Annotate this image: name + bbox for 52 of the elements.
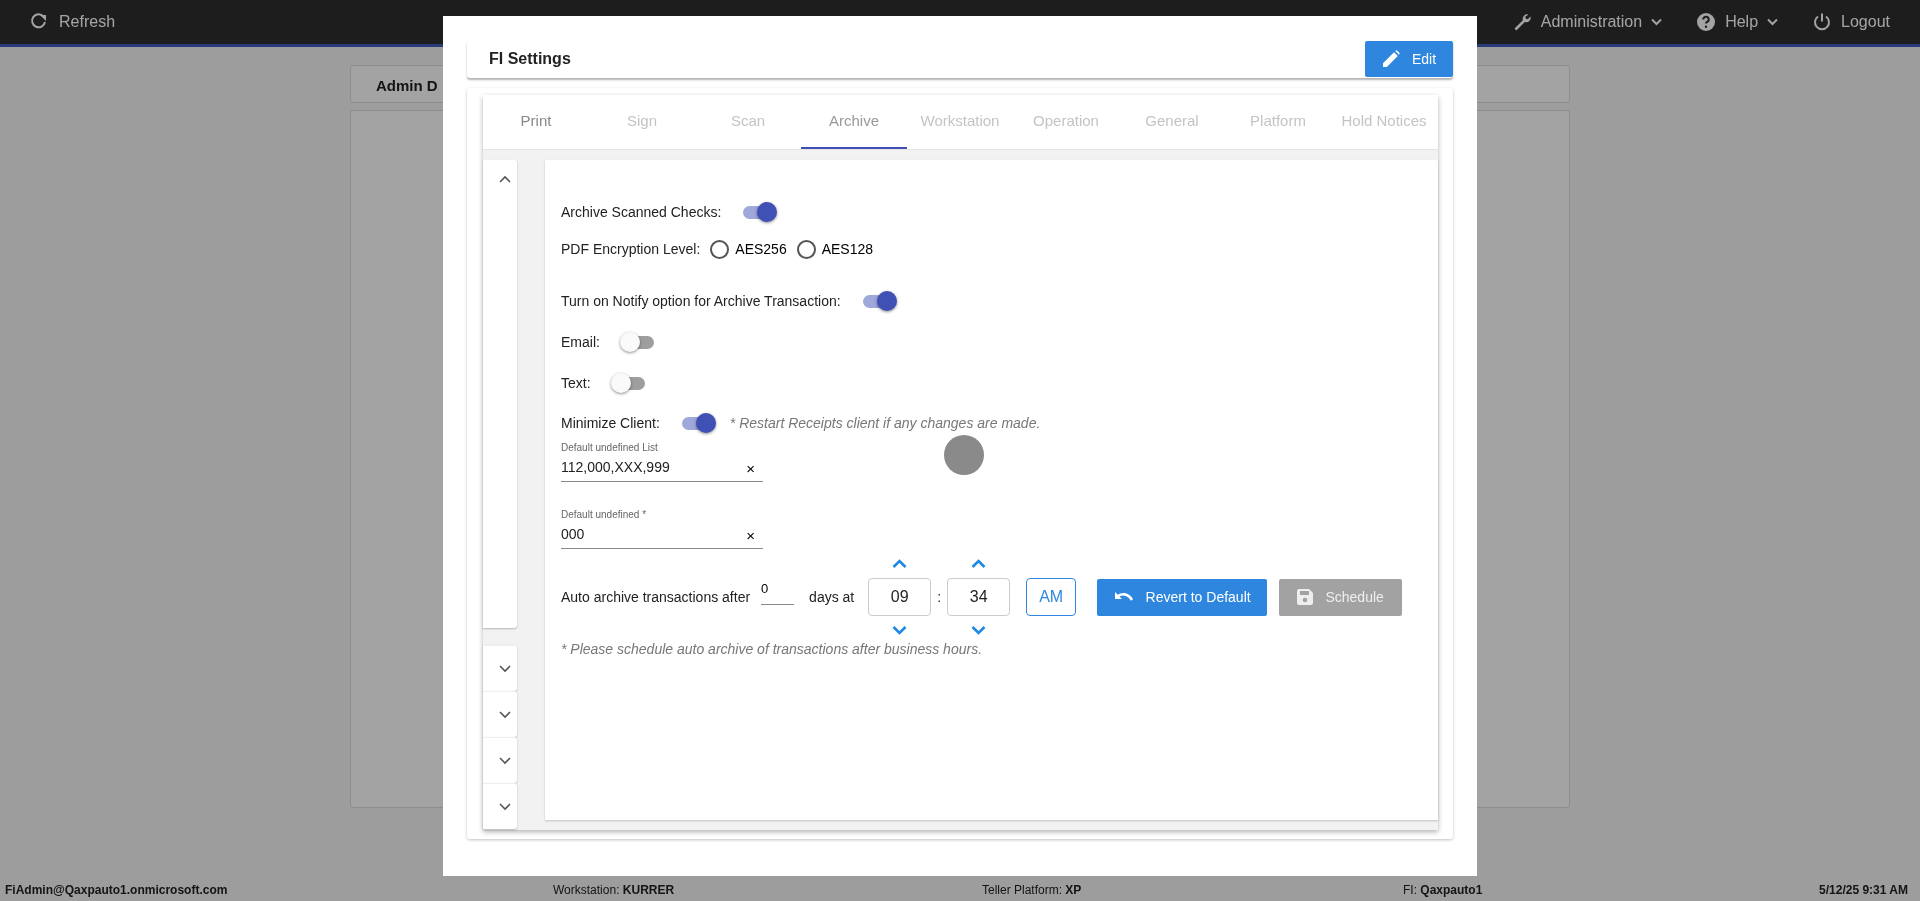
status-text: FiAdmin@Qaxpauto1.onmicrosoft.com	[5, 882, 229, 899]
setting-label: PDF Encryption Level:	[561, 239, 701, 259]
menu-button[interactable]: Administration	[1511, 10, 1663, 34]
note-text: * Restart Receipts client if any changes are made.	[729, 413, 1041, 433]
chevron-down-icon[interactable]	[499, 710, 511, 719]
setting-label: Minimize Client:	[561, 413, 660, 433]
chevron-down-icon[interactable]	[499, 756, 511, 765]
setting-label: Email:	[561, 332, 600, 352]
setting-label: Text:	[561, 373, 591, 393]
time-field[interactable]: 34	[947, 578, 1011, 616]
schedule-label: Auto archive transactions after	[561, 587, 751, 607]
chevron-up-icon[interactable]	[892, 559, 908, 569]
revert-button[interactable]: Revert to Default	[1097, 578, 1268, 616]
toggle-switch[interactable]	[610, 372, 647, 394]
time-separator: :	[937, 587, 942, 607]
help-icon	[1696, 12, 1717, 32]
days-label: days at	[809, 587, 855, 607]
ampm-button[interactable]: AM	[1026, 578, 1077, 616]
caret-icon	[1651, 18, 1663, 26]
edit-button[interactable]: Edit	[1365, 41, 1453, 77]
save-icon	[1297, 589, 1314, 605]
nav-button[interactable]: Refresh	[30, 10, 116, 34]
field-label: Default undefined List	[561, 441, 659, 455]
menu-button[interactable]: Help	[1696, 10, 1779, 34]
power-icon	[1812, 12, 1833, 32]
input-field[interactable]: 112,000,XXX,999	[561, 455, 739, 482]
radio-option[interactable]: AES256	[710, 238, 787, 260]
chevron-down-icon[interactable]	[499, 664, 511, 673]
status-text: Teller Platform: XP	[982, 882, 1083, 899]
nav-button[interactable]: Logout	[1812, 10, 1890, 34]
field-label: Default undefined *	[561, 508, 648, 522]
chevron-up-icon[interactable]	[499, 175, 511, 183]
status-text: 5/12/25 9:31 AM	[1819, 882, 1908, 899]
status-text: FI: Qaxpauto1	[1403, 882, 1484, 899]
input-field[interactable]: 000	[561, 522, 739, 549]
status-text: Workstation: KURRER	[553, 882, 676, 899]
chevron-down-icon[interactable]	[892, 625, 908, 635]
chevron-down-icon[interactable]	[499, 802, 511, 811]
caret-icon	[1767, 18, 1779, 26]
setting-label: Turn on Notify option for Archive Transaction:	[561, 291, 841, 311]
clear-button[interactable]: ×	[738, 522, 763, 549]
pencil-icon	[1381, 50, 1400, 68]
chevron-up-icon[interactable]	[971, 559, 987, 569]
radio-option[interactable]: AES128	[796, 238, 874, 260]
chevron-down-icon[interactable]	[971, 625, 987, 635]
toggle-switch[interactable]	[741, 201, 778, 223]
clear-button[interactable]: ×	[738, 455, 763, 482]
setting-label: Archive Scanned Checks:	[561, 202, 722, 222]
loading-dot	[944, 435, 984, 475]
time-field[interactable]: 09	[868, 578, 932, 616]
toggle-switch[interactable]	[619, 331, 656, 353]
note-text: * Please schedule auto archive of transactions after business hours.	[561, 640, 984, 659]
